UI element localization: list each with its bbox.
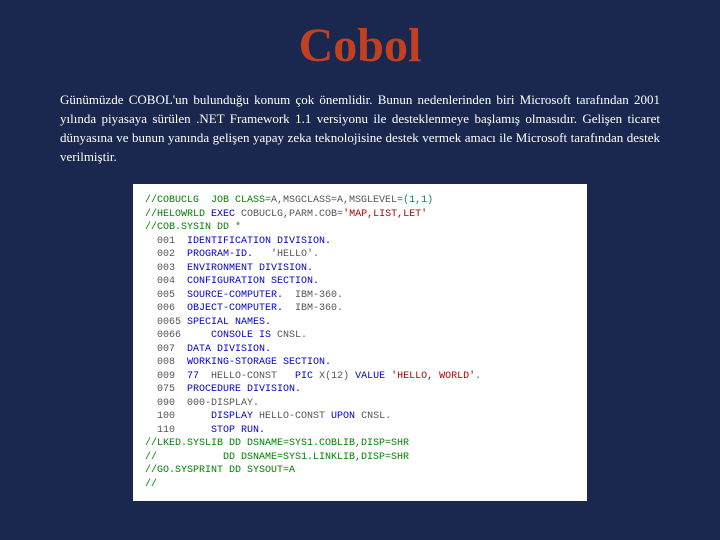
code-line: 110 STOP RUN.: [145, 424, 575, 438]
code-line: 0066 CONSOLE IS CNSL.: [145, 329, 575, 343]
code-line: 001 IDENTIFICATION DIVISION.: [145, 235, 575, 249]
code-line: //GO.SYSPRINT DD SYSOUT=A: [145, 464, 575, 478]
code-line: 007 DATA DIVISION.: [145, 343, 575, 357]
code-line: 100 DISPLAY HELLO-CONST UPON CNSL.: [145, 410, 575, 424]
code-line: 006 OBJECT-COMPUTER. IBM-360.: [145, 302, 575, 316]
code-line: //LKED.SYSLIB DD DSNAME=SYS1.COBLIB,DISP…: [145, 437, 575, 451]
code-line: 090 000-DISPLAY.: [145, 397, 575, 411]
code-line: 003 ENVIRONMENT DIVISION.: [145, 262, 575, 276]
code-line: //COBUCLG JOB CLASS=A,MSGCLASS=A,MSGLEVE…: [145, 194, 575, 208]
code-line: //COB.SYSIN DD *: [145, 221, 575, 235]
code-line: 0065 SPECIAL NAMES.: [145, 316, 575, 330]
page-title: Cobol: [60, 18, 660, 73]
slide: Cobol Günümüzde COBOL'un bulunduğu konum…: [0, 0, 720, 521]
code-line: 004 CONFIGURATION SECTION.: [145, 275, 575, 289]
code-line: 002 PROGRAM-ID. 'HELLO'.: [145, 248, 575, 262]
code-line: 005 SOURCE-COMPUTER. IBM-360.: [145, 289, 575, 303]
code-line: 008 WORKING-STORAGE SECTION.: [145, 356, 575, 370]
code-line: //HELOWRLD EXEC COBUCLG,PARM.COB='MAP,LI…: [145, 208, 575, 222]
code-sample: //COBUCLG JOB CLASS=A,MSGCLASS=A,MSGLEVE…: [133, 184, 587, 501]
body-paragraph: Günümüzde COBOL'un bulunduğu konum çok ö…: [60, 91, 660, 166]
code-line: 009 77 HELLO-CONST PIC X(12) VALUE 'HELL…: [145, 370, 575, 384]
code-line: //: [145, 478, 575, 492]
code-line: // DD DSNAME=SYS1.LINKLIB,DISP=SHR: [145, 451, 575, 465]
code-line: 075 PROCEDURE DIVISION.: [145, 383, 575, 397]
